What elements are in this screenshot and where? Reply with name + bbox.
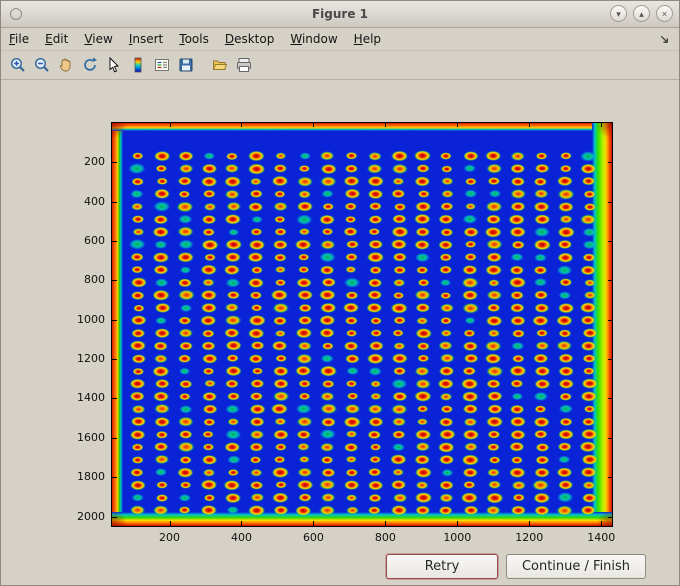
open-folder-button[interactable] — [208, 53, 232, 77]
save-button[interactable] — [174, 53, 198, 77]
window-app-icon — [10, 8, 22, 20]
x-tick-label: 800 — [374, 531, 396, 544]
continue-finish-button[interactable]: Continue / Finish — [506, 554, 646, 579]
x-tick-label: 600 — [302, 531, 324, 544]
toolbar-separator — [198, 65, 208, 66]
y-tick-label: 1800 — [77, 470, 105, 484]
print-button[interactable] — [232, 53, 256, 77]
x-tick-label: 1200 — [515, 531, 544, 544]
menu-file[interactable]: File — [1, 29, 37, 49]
menu-bar: File Edit View Insert Tools Desktop Window Help — [1, 28, 679, 51]
y-tick-label: 1200 — [77, 352, 105, 366]
title-bar: Figure 1 ▾ ▴ × — [1, 1, 679, 28]
pan-icon — [57, 56, 75, 74]
zoom-in-button[interactable] — [6, 53, 30, 77]
y-tick-label: 2000 — [77, 509, 105, 523]
maximize-button[interactable]: ▴ — [633, 5, 650, 22]
zoom-out-icon — [33, 56, 51, 74]
legend-button[interactable] — [150, 53, 174, 77]
colorbar-icon — [129, 56, 147, 74]
rotate-3d-icon — [81, 56, 99, 74]
close-button[interactable]: × — [656, 5, 673, 22]
window-title: Figure 1 — [311, 7, 369, 21]
y-tick-label: 1600 — [77, 430, 105, 444]
y-tick-label: 200 — [84, 155, 105, 169]
menu-insert[interactable]: Insert — [121, 29, 171, 49]
data-cursor-button[interactable] — [102, 53, 126, 77]
figure-canvas-area: Retry Continue / Finish 200 400 600 800 1000… — [1, 80, 679, 585]
menu-window[interactable]: Window — [282, 29, 345, 49]
x-tick-label: 1000 — [443, 531, 472, 544]
y-tick-label: 600 — [84, 234, 105, 248]
y-tick-label: 400 — [84, 194, 105, 208]
axes — [111, 122, 613, 527]
figure-window: Figure 1 ▾ ▴ × File Edit View Insert Tools De… — [0, 0, 680, 586]
zoom-in-icon — [9, 56, 27, 74]
data-cursor-icon — [105, 56, 123, 74]
menu-items: File Edit View Insert Tools Desktop Window Help — [1, 29, 389, 49]
y-tick-label: 1400 — [77, 391, 105, 405]
open-folder-icon — [211, 56, 229, 74]
menu-view[interactable]: View — [76, 29, 120, 49]
minimize-button[interactable]: ▾ — [610, 5, 627, 22]
colorbar-button[interactable] — [126, 53, 150, 77]
menu-edit[interactable]: Edit — [37, 29, 76, 49]
y-tick-label: 800 — [84, 273, 105, 287]
menu-tools[interactable]: Tools — [171, 29, 217, 49]
x-tick-label: 1400 — [587, 531, 616, 544]
rotate-3d-button[interactable] — [78, 53, 102, 77]
print-icon — [235, 56, 253, 74]
pan-button[interactable] — [54, 53, 78, 77]
x-tick-label: 200 — [159, 531, 181, 544]
zoom-out-button[interactable] — [30, 53, 54, 77]
legend-icon — [153, 56, 171, 74]
x-tick-label: 400 — [230, 531, 252, 544]
dock-figure-icon[interactable] — [658, 33, 671, 46]
window-controls: ▾ ▴ × — [610, 5, 673, 22]
figure-toolbar — [1, 51, 679, 80]
microarray-image — [112, 123, 612, 526]
y-tick-label: 1000 — [77, 312, 105, 326]
retry-button[interactable]: Retry — [386, 554, 498, 579]
save-icon — [177, 56, 195, 74]
menu-help[interactable]: Help — [346, 29, 389, 49]
menu-desktop[interactable]: Desktop — [217, 29, 283, 49]
